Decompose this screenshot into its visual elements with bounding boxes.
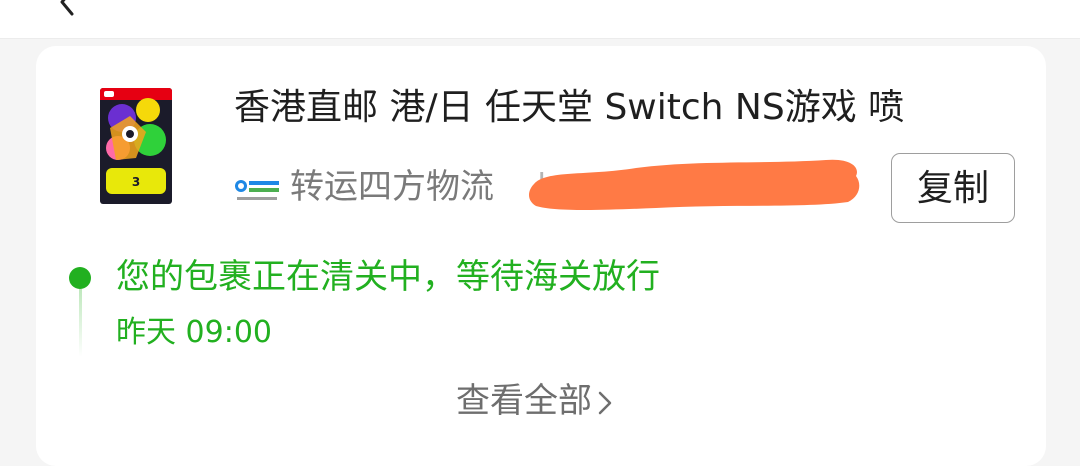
view-all-link[interactable]: 查看全部 [456,376,614,426]
latest-status-time: 昨天 09:00 [116,315,272,350]
view-all-label: 查看全部 [456,381,592,421]
carrier-name: 转运四方物流 [290,167,494,207]
timeline-line [79,289,82,357]
timeline-dot [69,267,91,289]
package-card: 3 香港直邮 港/日 任天堂 Switch NS游戏 喷 转运四方物流 | 复制… [36,46,1046,466]
svg-text:3: 3 [132,175,140,189]
copy-button[interactable]: 复制 [891,153,1015,223]
top-bar [0,0,1080,39]
transrush-logo-icon [235,180,279,200]
tracking-number-redaction [529,159,860,210]
chevron-left-icon[interactable] [50,0,82,18]
product-thumbnail[interactable]: 3 [100,88,172,204]
splatoon3-box-art-icon: 3 [100,88,172,204]
product-title[interactable]: 香港直邮 港/日 任天堂 Switch NS游戏 喷 [234,84,1024,132]
latest-status: 您的包裹正在清关中，等待海关放行 [116,257,660,297]
chevron-right-icon [598,391,612,414]
